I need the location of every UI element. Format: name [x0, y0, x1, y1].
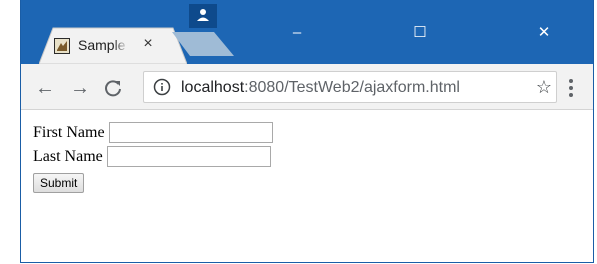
browser-window: Sample × – ☐ ✕ ← → localhost:8080/TestWe…: [20, 0, 594, 263]
back-arrow-icon[interactable]: ←: [34, 77, 56, 99]
tab-close-icon[interactable]: ×: [139, 35, 157, 53]
url-text: localhost:8080/TestWeb2/ajaxform.html: [181, 79, 460, 97]
url-path: :8080/TestWeb2/ajaxform.html: [244, 79, 460, 96]
info-icon[interactable]: [153, 78, 171, 96]
first-name-field[interactable]: [108, 122, 273, 143]
maximize-button[interactable]: ☐: [406, 24, 434, 42]
minimize-button[interactable]: –: [283, 24, 311, 42]
first-name-row: First Name: [33, 122, 273, 143]
address-bar[interactable]: localhost:8080/TestWeb2/ajaxform.html ☆: [143, 71, 557, 103]
submit-button[interactable]: Submit: [33, 173, 85, 193]
title-bar: Sample × – ☐ ✕: [21, 0, 593, 64]
menu-dots-icon[interactable]: [564, 76, 578, 100]
browser-toolbar: ← → localhost:8080/TestWeb2/ajaxform.htm…: [21, 64, 593, 110]
bookmark-star-icon[interactable]: ☆: [534, 77, 554, 97]
forward-arrow-icon[interactable]: →: [69, 77, 91, 99]
profile-icon[interactable]: [189, 4, 217, 28]
last-name-label: Last Name: [33, 147, 103, 165]
close-window-button[interactable]: ✕: [530, 24, 558, 42]
new-tab-button[interactable]: [172, 32, 234, 56]
last-name-row: Last Name: [33, 146, 271, 167]
reload-icon[interactable]: [102, 77, 124, 99]
tab-title: Sample: [78, 37, 126, 53]
page-content: First Name Last Name Submit: [21, 110, 593, 262]
page-favicon-icon: [54, 38, 70, 54]
first-name-label: First Name: [33, 123, 105, 141]
url-host: localhost: [181, 79, 245, 96]
last-name-field[interactable]: [106, 146, 271, 167]
